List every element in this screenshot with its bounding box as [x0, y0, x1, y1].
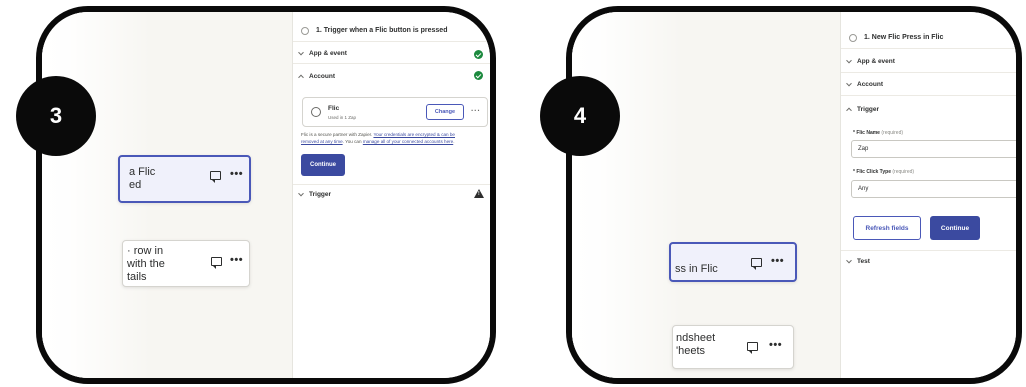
- section-label: Account: [857, 81, 883, 88]
- more-options-icon[interactable]: •••: [771, 255, 784, 267]
- more-options-icon[interactable]: •••: [230, 168, 243, 180]
- step-title-text: 1. New Flic Press in Flic: [864, 34, 944, 41]
- step-editor-panel: 1. Trigger when a Flic button is pressed…: [292, 12, 490, 378]
- section-label: App & event: [857, 58, 895, 65]
- chevron-down-icon: [846, 57, 852, 63]
- chevron-down-icon: [298, 190, 304, 196]
- section-label: App & event: [309, 50, 347, 57]
- flic-name-field[interactable]: Zap: [851, 140, 1016, 158]
- check-circle-icon: [474, 50, 483, 59]
- credentials-link[interactable]: Your credentials are encrypted & can be: [373, 132, 455, 137]
- refresh-fields-button[interactable]: Refresh fields: [853, 216, 921, 240]
- zap-step-card-label: ndsheet 'heets: [676, 332, 716, 357]
- remove-credentials-link[interactable]: removed at any time: [301, 139, 343, 144]
- comment-icon[interactable]: [211, 257, 222, 269]
- check-circle-icon: [474, 71, 483, 80]
- more-options-icon[interactable]: •••: [230, 254, 243, 266]
- section-test[interactable]: Test: [841, 250, 1016, 272]
- chevron-down-icon: [846, 257, 852, 263]
- field-label-text: * Flic Name: [853, 130, 880, 136]
- step-4-screenshot: ss in Flic ••• ndsheet 'heets ••• 1. New…: [566, 6, 1022, 384]
- account-usage: Used in 1 Zap: [328, 115, 357, 120]
- step-number-badge: 4: [540, 76, 620, 156]
- change-account-button[interactable]: Change: [426, 104, 464, 120]
- flic-click-type-label: * Flic Click Type (required): [853, 169, 914, 175]
- step-number-badge: 3: [16, 76, 96, 156]
- flic-click-type-select[interactable]: Any: [851, 180, 1016, 198]
- flic-name-label: * Flic Name (required): [853, 130, 903, 136]
- chevron-down-icon: [846, 80, 852, 86]
- warning-icon: [474, 189, 484, 198]
- continue-button[interactable]: Continue: [930, 216, 980, 240]
- connected-account-card: Flic Used in 1 Zap Change ···: [302, 97, 488, 127]
- section-app-event[interactable]: App & event: [293, 44, 490, 64]
- manage-accounts-link[interactable]: manage all of your connected accounts he…: [363, 139, 453, 144]
- account-security-note: Flic is a secure partner with Zapier. Yo…: [301, 131, 490, 145]
- section-account[interactable]: Account: [841, 74, 1016, 96]
- section-label: Account: [309, 72, 335, 80]
- section-label: Trigger: [857, 105, 880, 113]
- section-trigger[interactable]: Trigger: [841, 98, 1016, 120]
- section-label: Test: [857, 258, 870, 265]
- comment-icon[interactable]: [210, 171, 221, 183]
- required-hint: (required): [881, 130, 904, 136]
- step-3-screenshot: a Flic ed ••• · row in with the tails ••…: [36, 6, 496, 384]
- continue-button[interactable]: Continue: [301, 154, 345, 176]
- zap-step-card-label: · row in with the tails: [127, 245, 165, 283]
- step-title: 1. Trigger when a Flic button is pressed: [293, 20, 490, 42]
- comment-icon[interactable]: [751, 258, 762, 270]
- zap-step-card-action[interactable]: ndsheet 'heets •••: [672, 325, 794, 369]
- section-trigger[interactable]: Trigger: [293, 184, 490, 204]
- chevron-up-icon: [846, 107, 852, 114]
- zap-step-card-trigger[interactable]: ss in Flic •••: [669, 242, 797, 282]
- zap-step-card-label: a Flic ed: [129, 166, 156, 191]
- account-name: Flic: [328, 105, 340, 112]
- comment-icon[interactable]: [747, 342, 758, 354]
- step-status-icon: [301, 26, 309, 35]
- field-label-text: * Flic Click Type: [853, 169, 891, 175]
- chevron-down-icon: [298, 49, 304, 55]
- required-hint: (required): [892, 169, 915, 175]
- section-account[interactable]: Account: [293, 66, 490, 86]
- zap-step-card-label: ss in Flic: [675, 263, 718, 275]
- zap-step-card-action[interactable]: · row in with the tails •••: [122, 240, 250, 287]
- section-app-event[interactable]: App & event: [841, 51, 1016, 73]
- step-title: 1. New Flic Press in Flic: [841, 27, 1016, 49]
- step-editor-panel: 1. New Flic Press in Flic App & event Ac…: [840, 12, 1016, 378]
- more-options-icon[interactable]: ···: [471, 106, 481, 115]
- canvas-fade: [572, 12, 682, 378]
- step-title-text: 1. Trigger when a Flic button is pressed: [316, 27, 448, 34]
- step-status-icon: [849, 33, 857, 42]
- more-options-icon[interactable]: •••: [769, 339, 782, 351]
- section-label: Trigger: [309, 191, 332, 198]
- account-avatar-icon: [311, 107, 321, 117]
- note-text: . You can: [342, 139, 363, 144]
- note-text: .: [453, 139, 455, 144]
- note-text: Flic is a secure partner with Zapier.: [301, 132, 374, 137]
- chevron-up-icon: [298, 74, 304, 81]
- zap-step-card-trigger[interactable]: a Flic ed •••: [118, 155, 251, 203]
